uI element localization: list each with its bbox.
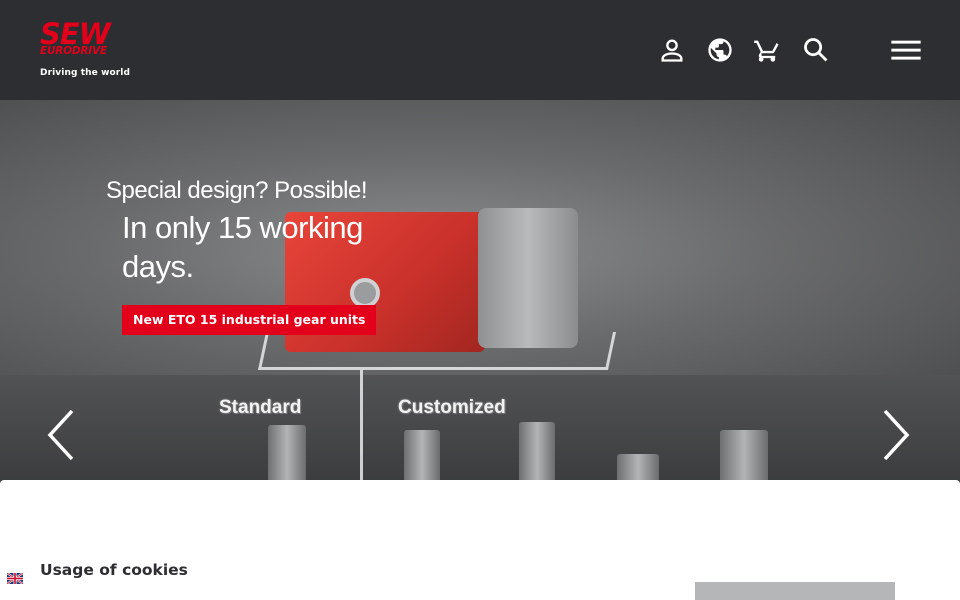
site-header: SEW EURODRIVE Driving the world bbox=[0, 0, 960, 100]
hero-kicker: Special design? Possible! bbox=[106, 177, 368, 204]
shaft-piece bbox=[404, 430, 440, 485]
floor-divider-line bbox=[360, 370, 363, 485]
search-button[interactable] bbox=[800, 34, 832, 66]
floor-label-customized: Customized bbox=[398, 397, 506, 418]
eto15-cta-button[interactable]: New ETO 15 industrial gear units bbox=[122, 305, 377, 335]
chevron-right-icon bbox=[883, 409, 910, 461]
gear-unit-motor bbox=[478, 208, 578, 348]
chevron-left-icon bbox=[47, 409, 74, 461]
hero-title: In only 15 working days. bbox=[122, 210, 363, 284]
shaft-piece bbox=[720, 430, 768, 485]
globe-icon bbox=[708, 38, 732, 62]
cookie-action-button[interactable] bbox=[695, 582, 895, 600]
carousel-next-button[interactable] bbox=[877, 405, 917, 465]
main-menu-button[interactable] bbox=[888, 34, 924, 66]
logo-tagline: Driving the world bbox=[40, 68, 131, 78]
account-button[interactable] bbox=[656, 34, 688, 66]
search-icon bbox=[804, 38, 828, 62]
floor-label-standard: Standard bbox=[219, 397, 302, 418]
logo-subwordmark: EURODRIVE bbox=[40, 45, 107, 57]
hero-background-floor bbox=[0, 375, 960, 485]
shaft-piece bbox=[519, 422, 555, 485]
sew-eurodrive-logo[interactable]: SEW EURODRIVE Driving the world bbox=[40, 20, 132, 86]
hero-carousel: Standard Customized Special design? Poss… bbox=[0, 100, 960, 485]
logo-wordmark: SEW bbox=[40, 17, 111, 51]
language-button[interactable] bbox=[704, 34, 736, 66]
cart-icon bbox=[754, 40, 779, 62]
user-icon bbox=[661, 39, 683, 62]
menu-icon bbox=[891, 40, 921, 60]
shaft-piece bbox=[268, 425, 306, 485]
cookie-panel-title: Usage of cookies bbox=[40, 561, 188, 579]
cart-button[interactable] bbox=[751, 34, 783, 66]
carousel-prev-button[interactable] bbox=[40, 405, 80, 465]
cookie-consent-panel: Usage of cookies bbox=[0, 480, 960, 600]
language-flag-icon[interactable] bbox=[7, 573, 23, 584]
